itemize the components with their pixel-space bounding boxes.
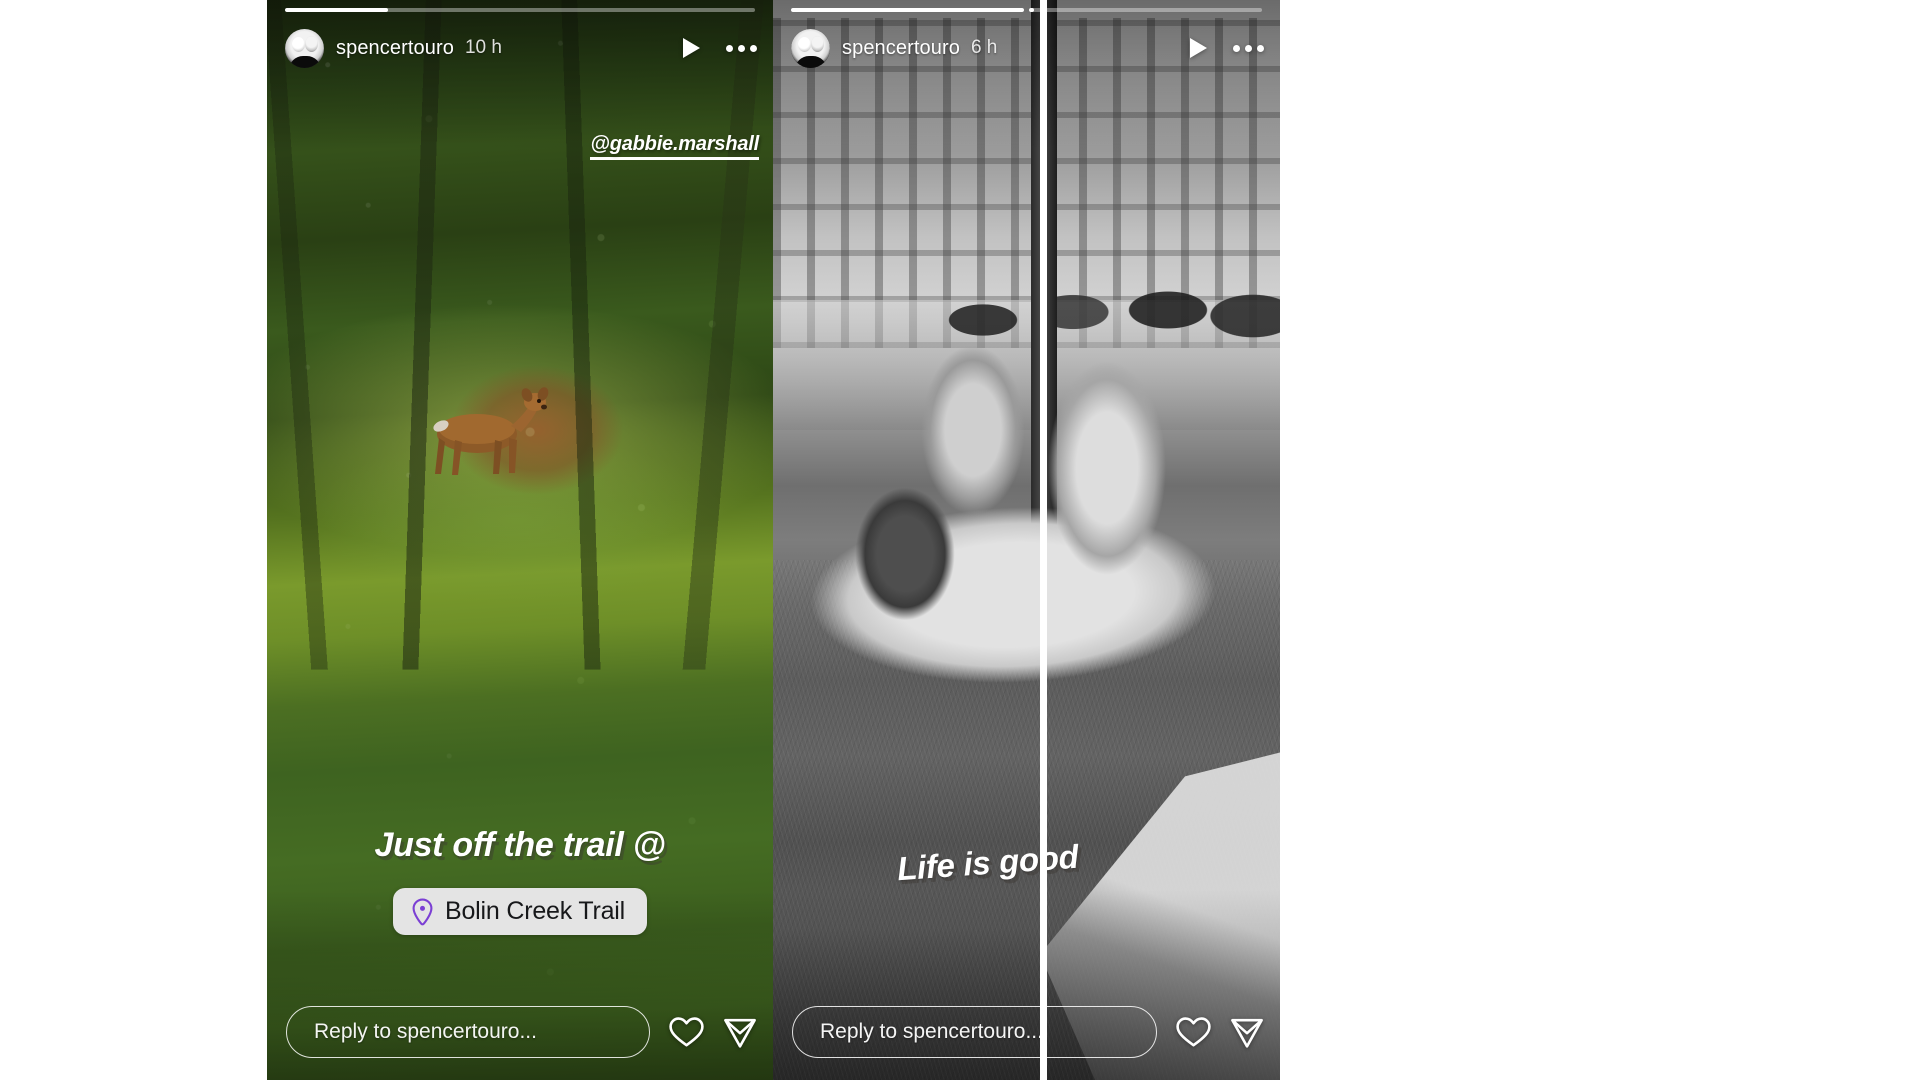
play-icon[interactable] (683, 38, 700, 58)
heart-icon[interactable] (669, 1016, 704, 1048)
send-icon[interactable] (723, 1016, 757, 1049)
progress-fill (285, 8, 389, 12)
avatar-face-right (811, 35, 824, 52)
location-sticker-label: Bolin Creek Trail (445, 897, 625, 925)
deer-subject (433, 387, 549, 475)
progress-fill (791, 8, 1024, 12)
avatar[interactable] (285, 28, 324, 68)
progress-segment (285, 8, 755, 12)
mention-tag[interactable]: @gabbie.marshall (590, 133, 759, 160)
story-caption: Just off the trail @ (374, 826, 666, 864)
story-progress-left[interactable] (285, 8, 755, 12)
progress-segment (1029, 8, 1262, 12)
play-icon[interactable] (1190, 38, 1207, 58)
reply-input[interactable] (792, 1006, 1157, 1058)
stories-viewer: spencertouro 10 h @gabbie.marshall Just … (0, 0, 1920, 1080)
location-pin-icon (412, 898, 433, 925)
story-username[interactable]: spencertouro (336, 37, 454, 60)
reply-input[interactable] (286, 1006, 650, 1058)
more-options-icon[interactable] (726, 44, 757, 52)
story-progress-right[interactable] (791, 8, 1262, 12)
story-divider (1040, 0, 1047, 1080)
heart-icon[interactable] (1176, 1016, 1211, 1048)
avatar-face-left (798, 36, 811, 52)
dog-subject (845, 470, 965, 630)
story-timestamp: 10 h (464, 37, 502, 58)
avatar[interactable] (791, 28, 830, 68)
story-header-actions (683, 38, 757, 58)
avatar-face-right (305, 35, 318, 52)
location-sticker[interactable]: Bolin Creek Trail (393, 888, 647, 935)
send-icon[interactable] (1230, 1016, 1264, 1049)
story-card-right[interactable]: spencertouro 6 h Life is good (773, 0, 1280, 1080)
person-right (1035, 340, 1185, 590)
story-reply-bar-right (792, 1006, 1264, 1058)
story-header-actions (1190, 38, 1264, 58)
story-card-left[interactable]: spencertouro 10 h @gabbie.marshall Just … (267, 0, 773, 1080)
story-username[interactable]: spencertouro (842, 37, 960, 60)
story-media-picnic (773, 0, 1280, 1080)
story-header-left: spencertouro 10 h (285, 24, 757, 72)
stories-strip: spencertouro 10 h @gabbie.marshall Just … (267, 0, 1280, 1080)
more-options-icon[interactable] (1233, 44, 1264, 52)
progress-fill (1029, 8, 1034, 12)
avatar-face-left (292, 36, 305, 52)
story-timestamp: 6 h (970, 37, 998, 58)
progress-segment (791, 8, 1024, 12)
story-reply-bar-left (286, 1006, 757, 1058)
story-header-right: spencertouro 6 h (791, 24, 1264, 72)
